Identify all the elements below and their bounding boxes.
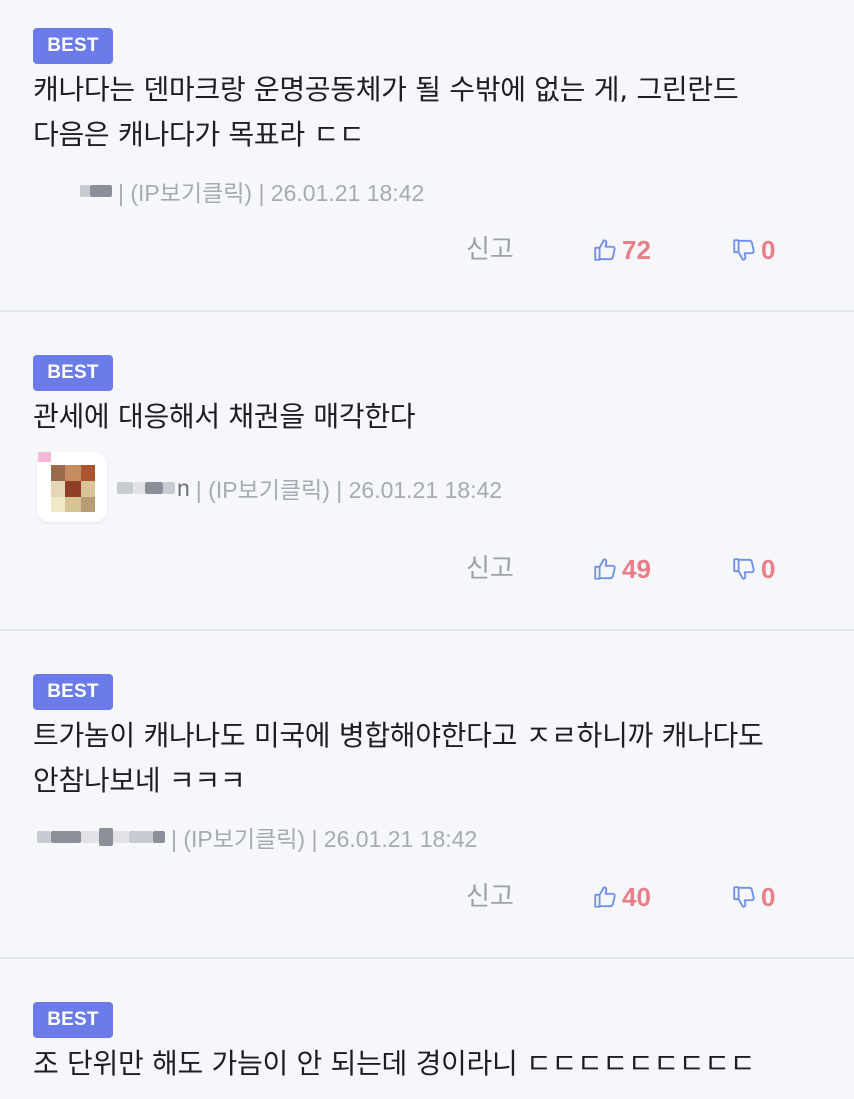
report-button[interactable]: 신고 bbox=[466, 877, 514, 917]
author-nickname[interactable] bbox=[80, 185, 112, 197]
thumbs-up-icon bbox=[594, 558, 616, 580]
thumbs-down-icon bbox=[733, 886, 755, 908]
like-count: 49 bbox=[622, 553, 651, 584]
report-button[interactable]: 신고 bbox=[466, 230, 514, 270]
comment-text: 캐나다는 덴마크랑 운명공동체가 될 수밖에 없는 게, 그린란드 다음은 캐나… bbox=[33, 73, 739, 151]
like-button[interactable]: 40 bbox=[592, 877, 651, 917]
dislike-button[interactable]: 0 bbox=[731, 230, 775, 270]
comment-text: 트가놈이 캐나나도 미국에 병합해야한다고 ㅈㄹ하니까 캐나다도 안참나보네 ㅋ… bbox=[33, 719, 764, 797]
comment-item-1: BEST 캐나다는 덴마크랑 운명공동체가 될 수밖에 없는 게, 그린란드 다… bbox=[0, 0, 854, 312]
dislike-count: 0 bbox=[761, 553, 776, 584]
like-count: 40 bbox=[622, 881, 651, 912]
report-button[interactable]: 신고 bbox=[466, 549, 514, 589]
comment-item-2: BEST 관세에 대응해서 채권을 매각한다 n | (IP보기클릭) | 26… bbox=[0, 312, 854, 631]
best-badge: BEST bbox=[33, 674, 113, 710]
like-button[interactable]: 72 bbox=[592, 230, 651, 270]
dislike-button[interactable]: 0 bbox=[731, 549, 775, 589]
author-nickname[interactable]: n bbox=[117, 475, 190, 502]
thumbs-down-icon bbox=[733, 239, 755, 261]
like-button[interactable]: 49 bbox=[592, 549, 651, 589]
meta-info[interactable]: | (IP보기클릭) | 26.01.21 18:42 bbox=[118, 174, 424, 208]
comment-meta: n | (IP보기클릭) | 26.01.21 18:42 bbox=[117, 470, 502, 506]
dislike-count: 0 bbox=[761, 881, 776, 912]
comment-actions: 신고 40 0 bbox=[0, 877, 854, 917]
author-nickname[interactable] bbox=[37, 828, 165, 846]
best-badge: BEST bbox=[33, 28, 113, 64]
avatar[interactable] bbox=[37, 452, 107, 522]
like-count: 72 bbox=[622, 234, 651, 265]
comment-actions: 신고 72 0 bbox=[0, 230, 854, 270]
comment-item-4: BEST 조 단위만 해도 가늠이 안 되는데 경이라니 ㄷㄷㄷㄷㄷㄷㄷㄷㄷ bbox=[0, 959, 854, 1099]
dislike-button[interactable]: 0 bbox=[731, 877, 775, 917]
comment-actions: 신고 49 0 bbox=[0, 549, 854, 589]
comment-meta: | (IP보기클릭) | 26.01.21 18:42 bbox=[80, 173, 424, 209]
pixel-avatar-icon bbox=[38, 452, 95, 512]
best-badge: BEST bbox=[33, 1002, 113, 1038]
comment-text: 조 단위만 해도 가늠이 안 되는데 경이라니 ㄷㄷㄷㄷㄷㄷㄷㄷㄷ bbox=[33, 1047, 756, 1080]
thumbs-up-icon bbox=[594, 239, 616, 261]
dislike-count: 0 bbox=[761, 234, 776, 265]
meta-info[interactable]: | (IP보기클릭) | 26.01.21 18:42 bbox=[171, 820, 477, 854]
meta-info[interactable]: | (IP보기클릭) | 26.01.21 18:42 bbox=[196, 471, 502, 505]
comment-item-3: BEST 트가놈이 캐나나도 미국에 병합해야한다고 ㅈㄹ하니까 캐나다도 안참… bbox=[0, 631, 854, 959]
best-badge: BEST bbox=[33, 355, 113, 391]
thumbs-down-icon bbox=[733, 558, 755, 580]
comment-meta: | (IP보기클릭) | 26.01.21 18:42 bbox=[37, 819, 477, 855]
thumbs-up-icon bbox=[594, 886, 616, 908]
comment-text: 관세에 대응해서 채권을 매각한다 bbox=[33, 400, 416, 433]
